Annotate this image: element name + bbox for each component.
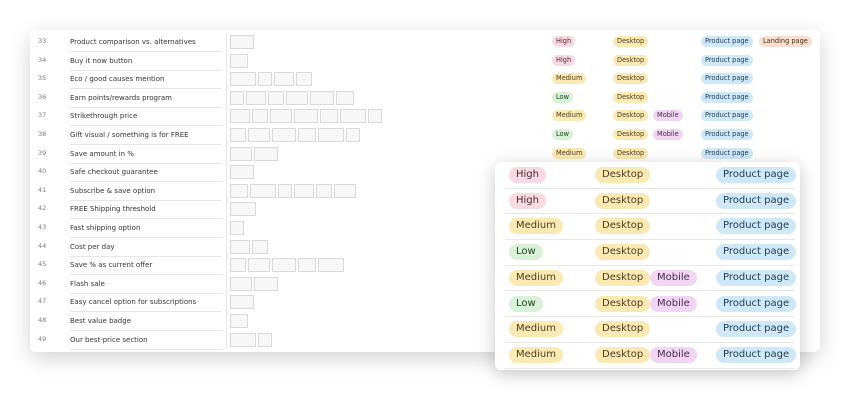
row-tags: Medium Desktop Mobile Product page [30, 110, 820, 122]
tag-desktop[interactable]: Desktop [613, 73, 649, 85]
tag-landing-page[interactable]: Landing page [759, 36, 812, 47]
zoomed-row[interactable]: High Desktop Product page [505, 188, 797, 215]
zoomed-row[interactable]: Low Desktop Product page [505, 239, 797, 266]
tag-mobile[interactable]: Mobile [650, 269, 697, 286]
tag-desktop[interactable]: Desktop [613, 36, 649, 47]
tag-high[interactable]: High [509, 167, 546, 183]
tag-medium[interactable]: Medium [509, 269, 563, 286]
tag-desktop[interactable]: Desktop [595, 321, 651, 338]
tag-product-page[interactable]: Product page [716, 192, 797, 209]
zoomed-tags-panel: High Desktop Product page High Desktop Produc… [495, 162, 800, 370]
zoomed-row[interactable]: High Desktop Product page [505, 162, 797, 189]
tag-desktop[interactable]: Desktop [595, 192, 651, 209]
tag-low[interactable]: Low [509, 244, 543, 261]
zoomed-row[interactable]: Low Desktop Mobile Product page [505, 291, 797, 318]
tag-product-page[interactable]: Product page [701, 54, 753, 66]
tag-desktop[interactable]: Desktop [595, 167, 651, 183]
tag-low[interactable]: Low [509, 295, 543, 312]
tag-medium[interactable]: Medium [552, 73, 587, 85]
tag-medium[interactable]: Medium [509, 218, 563, 235]
table-row[interactable]: 37 Strikethrough price Medium Desktop Mobile… [30, 107, 820, 127]
tag-desktop[interactable]: Desktop [595, 269, 651, 286]
tag-product-page[interactable]: Product page [701, 129, 753, 140]
tag-mobile[interactable]: Mobile [653, 110, 683, 122]
row-tags: Medium Desktop Product page [30, 73, 820, 85]
tag-medium[interactable]: Medium [552, 110, 587, 122]
tag-low[interactable]: Low [552, 129, 573, 140]
tag-mobile[interactable]: Mobile [653, 129, 683, 140]
tag-product-page[interactable]: Product page [716, 295, 797, 312]
table-row[interactable]: 35 Eco / good causes mention Medium Desktop… [30, 70, 820, 90]
tag-product-page[interactable]: Product page [716, 346, 797, 363]
table-row[interactable]: 36 Earn points/rewards program Low Desktop P… [30, 88, 820, 108]
tag-mobile[interactable]: Mobile [650, 346, 697, 363]
row-tags: Low Desktop Product page [30, 91, 820, 104]
tag-low[interactable]: Low [552, 91, 573, 103]
tag-desktop[interactable]: Desktop [595, 346, 651, 363]
tag-product-page[interactable]: Product page [716, 244, 797, 261]
tag-desktop[interactable]: Desktop [595, 295, 651, 312]
tag-desktop[interactable]: Desktop [613, 54, 649, 66]
tag-product-page[interactable]: Product page [701, 110, 753, 122]
tag-high[interactable]: High [552, 54, 576, 66]
table-row[interactable]: 38 Gift visual / something is for FREE Low… [30, 126, 820, 145]
tag-product-page[interactable]: Product page [716, 218, 797, 235]
tag-desktop[interactable]: Desktop [613, 110, 649, 122]
tag-high[interactable]: High [552, 36, 576, 47]
zoomed-row[interactable]: Medium Desktop Mobile Product page [505, 342, 797, 369]
tag-medium[interactable]: Medium [552, 147, 587, 159]
tag-product-page[interactable]: Product page [701, 36, 753, 47]
zoomed-row[interactable]: Medium Desktop Product page [505, 316, 797, 343]
tag-product-page[interactable]: Product page [716, 321, 797, 338]
tag-desktop[interactable]: Desktop [613, 147, 649, 159]
tag-desktop[interactable]: Desktop [613, 129, 649, 140]
tag-medium[interactable]: Medium [509, 346, 563, 363]
row-tags: Low Desktop Mobile Product page [30, 129, 820, 141]
row-tags: High Desktop Product page [30, 54, 820, 67]
tag-desktop[interactable]: Desktop [595, 244, 651, 261]
table-row[interactable]: 34 Buy it now button High Desktop Product pa… [30, 51, 820, 71]
zoomed-row[interactable]: Medium Desktop Mobile Product page [505, 265, 797, 292]
table-row[interactable]: 39 Save amount in % Medium Desktop Product p… [30, 144, 820, 164]
table-row[interactable]: 33 Product comparison vs. alternatives Hig… [30, 33, 820, 52]
tag-product-page[interactable]: Product page [701, 73, 753, 85]
tag-desktop[interactable]: Desktop [595, 218, 651, 235]
tag-product-page[interactable]: Product page [701, 147, 753, 159]
tag-product-page[interactable]: Product page [716, 167, 797, 183]
tag-product-page[interactable]: Product page [716, 269, 797, 286]
tag-mobile[interactable]: Mobile [650, 295, 697, 312]
zoomed-row[interactable]: Medium Desktop Product page [505, 213, 797, 241]
tag-medium[interactable]: Medium [509, 321, 563, 338]
row-tags: High Desktop Product page Landing page [30, 36, 820, 48]
tag-product-page[interactable]: Product page [701, 91, 753, 103]
tag-high[interactable]: High [509, 192, 546, 209]
tag-desktop[interactable]: Desktop [613, 91, 649, 103]
row-tags: Medium Desktop Product page [30, 147, 820, 160]
